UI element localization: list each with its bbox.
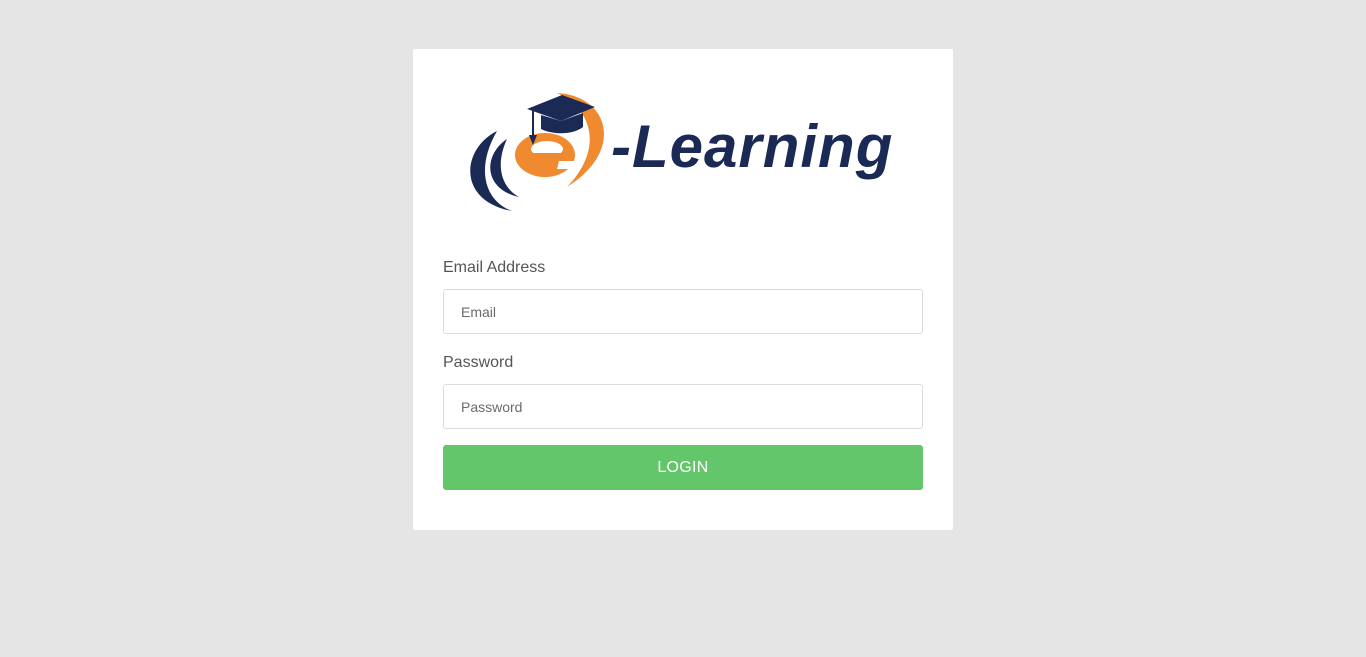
logo-wordmark: -Learning — [611, 113, 894, 180]
email-input[interactable] — [443, 289, 923, 334]
login-button[interactable]: LOGIN — [443, 445, 923, 490]
email-label: Email Address — [443, 259, 546, 276]
login-card: -Learning Email Address Password LOGIN — [413, 49, 953, 530]
password-label: Password — [443, 354, 514, 371]
e-learning-logo: -Learning — [457, 89, 927, 219]
password-input[interactable] — [443, 384, 923, 429]
